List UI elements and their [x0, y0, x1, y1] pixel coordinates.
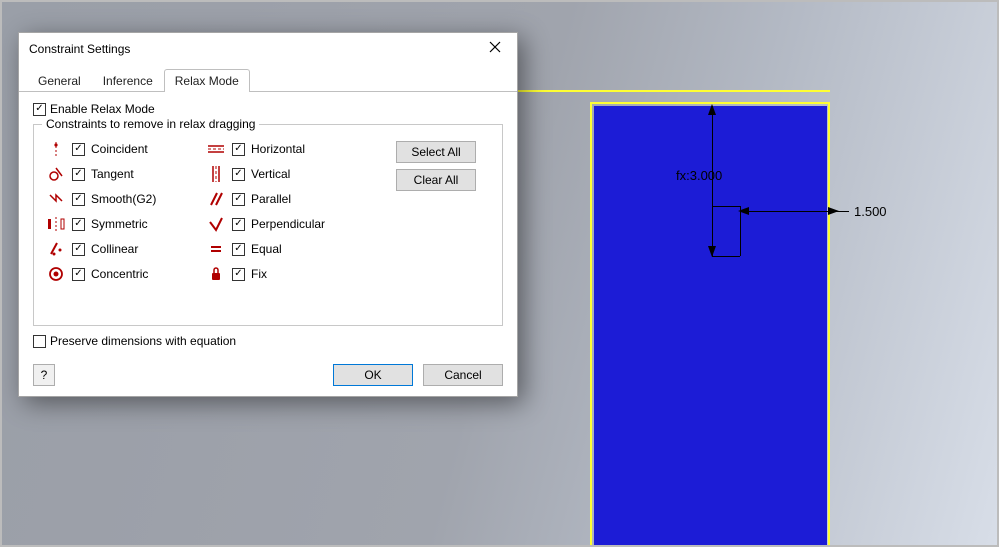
ext-line — [712, 256, 740, 257]
vertical-icon — [206, 166, 226, 182]
preserve-checkbox[interactable] — [33, 335, 46, 348]
sketch-line[interactable] — [590, 102, 592, 547]
concentric-icon — [46, 266, 66, 282]
tab-content: Enable Relax Mode Constraints to remove … — [19, 92, 517, 356]
symmetric-label: Symmetric — [91, 217, 148, 231]
smooth-checkbox[interactable] — [72, 193, 85, 206]
titlebar: Constraint Settings — [19, 33, 517, 64]
parallel-checkbox[interactable] — [232, 193, 245, 206]
smooth-icon — [46, 191, 66, 207]
coincident-icon — [46, 141, 66, 157]
tab-inference[interactable]: Inference — [92, 69, 164, 92]
enable-relax-label: Enable Relax Mode — [50, 102, 155, 116]
parallel-label: Parallel — [251, 192, 291, 206]
vertical-checkbox[interactable] — [232, 168, 245, 181]
collinear-label: Collinear — [91, 242, 138, 256]
symmetric-checkbox[interactable] — [72, 218, 85, 231]
horizontal-checkbox[interactable] — [232, 143, 245, 156]
dimension-line-horizontal[interactable] — [740, 211, 840, 212]
perpendicular-label: Perpendicular — [251, 217, 325, 231]
dimension-value-horizontal[interactable]: 1.500 — [854, 204, 887, 219]
groupbox-legend: Constraints to remove in relax dragging — [42, 117, 259, 131]
dialog-title: Constraint Settings — [29, 42, 130, 56]
coincident-label: Coincident — [91, 142, 148, 156]
equal-icon — [206, 241, 226, 257]
concentric-checkbox[interactable] — [72, 268, 85, 281]
constraints-groupbox: Constraints to remove in relax dragging … — [33, 124, 503, 326]
sketch-line[interactable] — [828, 102, 830, 547]
tab-general[interactable]: General — [27, 69, 92, 92]
tangent-label: Tangent — [91, 167, 134, 181]
smooth-label: Smooth(G2) — [91, 192, 156, 206]
preserve-label: Preserve dimensions with equation — [50, 334, 236, 348]
tangent-checkbox[interactable] — [72, 168, 85, 181]
constraints-grid: Coincident Tangent Smoot — [46, 141, 490, 282]
help-button[interactable]: ? — [33, 364, 55, 386]
perpendicular-icon — [206, 216, 226, 232]
select-all-button[interactable]: Select All — [396, 141, 476, 163]
fix-icon — [206, 266, 226, 282]
concentric-label: Concentric — [91, 267, 148, 281]
fix-label: Fix — [251, 267, 267, 281]
cancel-button[interactable]: Cancel — [423, 364, 503, 386]
dimension-value-vertical[interactable]: fx:3.000 — [676, 168, 722, 183]
help-icon: ? — [41, 368, 48, 382]
tab-relax-mode[interactable]: Relax Mode — [164, 69, 250, 92]
clear-all-button[interactable]: Clear All — [396, 169, 476, 191]
vertical-label: Vertical — [251, 167, 290, 181]
enable-relax-checkbox[interactable] — [33, 103, 46, 116]
collinear-checkbox[interactable] — [72, 243, 85, 256]
arrow-icon — [708, 104, 716, 115]
tangent-icon — [46, 166, 66, 182]
arrow-icon — [738, 207, 749, 215]
ext-line — [829, 211, 849, 212]
horizontal-label: Horizontal — [251, 142, 305, 156]
ok-button[interactable]: OK — [333, 364, 413, 386]
coincident-checkbox[interactable] — [72, 143, 85, 156]
parallel-icon — [206, 191, 226, 207]
symmetric-icon — [46, 216, 66, 232]
perpendicular-checkbox[interactable] — [232, 218, 245, 231]
equal-checkbox[interactable] — [232, 243, 245, 256]
button-bar: ? OK Cancel — [19, 356, 517, 396]
horizontal-icon — [206, 141, 226, 157]
tab-bar: General Inference Relax Mode — [19, 64, 517, 92]
fix-checkbox[interactable] — [232, 268, 245, 281]
ext-line — [712, 206, 740, 207]
constraint-settings-dialog: Constraint Settings General Inference Re… — [18, 32, 518, 397]
close-button[interactable] — [481, 39, 509, 58]
enable-relax-row: Enable Relax Mode — [33, 102, 503, 116]
preserve-row: Preserve dimensions with equation — [33, 334, 503, 348]
equal-label: Equal — [251, 242, 282, 256]
close-icon — [489, 41, 501, 53]
collinear-icon — [46, 241, 66, 257]
